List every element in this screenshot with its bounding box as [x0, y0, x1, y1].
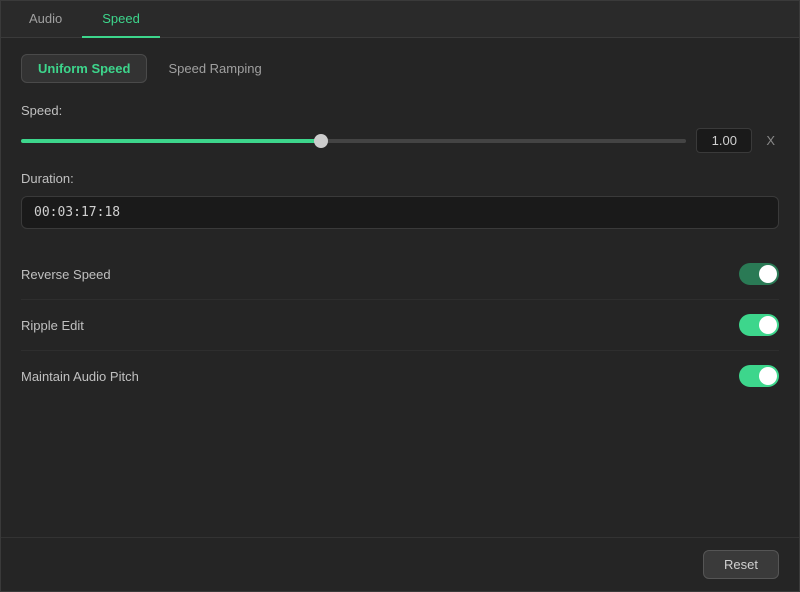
speed-section: Speed: 1.00 X — [21, 103, 779, 153]
main-content: Uniform Speed Speed Ramping Speed: 1.00 … — [1, 38, 799, 537]
sub-tab-uniform[interactable]: Uniform Speed — [21, 54, 147, 83]
reverse-speed-toggle[interactable] — [739, 263, 779, 285]
speed-slider[interactable] — [21, 139, 686, 143]
duration-label: Duration: — [21, 171, 779, 186]
speed-value[interactable]: 1.00 — [696, 128, 752, 153]
ripple-edit-label: Ripple Edit — [21, 318, 84, 333]
speed-label: Speed: — [21, 103, 779, 118]
ripple-edit-knob — [759, 316, 777, 334]
reset-button[interactable]: Reset — [703, 550, 779, 579]
toggle-row-maintain-audio-pitch: Maintain Audio Pitch — [21, 351, 779, 401]
duration-input[interactable] — [21, 196, 779, 229]
sub-tab-ramping[interactable]: Speed Ramping — [151, 54, 278, 83]
reverse-speed-label: Reverse Speed — [21, 267, 111, 282]
app-container: Audio Speed Uniform Speed Speed Ramping … — [0, 0, 800, 592]
toggle-row-ripple-edit: Ripple Edit — [21, 300, 779, 351]
tab-audio[interactable]: Audio — [9, 1, 82, 38]
sub-tabs: Uniform Speed Speed Ramping — [21, 54, 779, 83]
footer: Reset — [1, 537, 799, 591]
speed-slider-container — [21, 131, 686, 151]
reverse-speed-knob — [759, 265, 777, 283]
tab-speed[interactable]: Speed — [82, 1, 160, 38]
maintain-audio-pitch-label: Maintain Audio Pitch — [21, 369, 139, 384]
speed-row: 1.00 X — [21, 128, 779, 153]
speed-x-label[interactable]: X — [762, 131, 779, 150]
duration-section: Duration: — [21, 171, 779, 229]
ripple-edit-toggle[interactable] — [739, 314, 779, 336]
maintain-audio-pitch-knob — [759, 367, 777, 385]
top-tabs: Audio Speed — [1, 1, 799, 38]
toggle-row-reverse-speed: Reverse Speed — [21, 249, 779, 300]
maintain-audio-pitch-toggle[interactable] — [739, 365, 779, 387]
toggle-section: Reverse Speed Ripple Edit Maintain Audio… — [21, 249, 779, 401]
